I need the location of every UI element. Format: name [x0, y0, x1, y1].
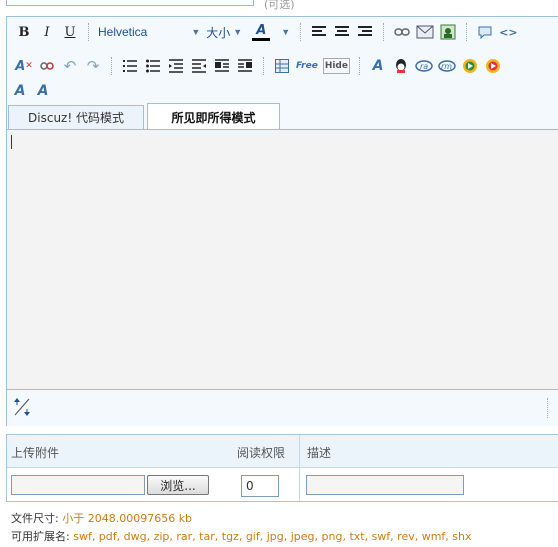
toolbar-separator — [88, 23, 90, 41]
file-path-input[interactable] — [11, 475, 145, 495]
float-left-icon[interactable] — [213, 55, 231, 77]
free-tag-button[interactable]: Free — [296, 55, 318, 77]
toolbar-separator — [300, 23, 302, 41]
description-input[interactable] — [306, 475, 464, 495]
qq-icon[interactable] — [392, 55, 410, 77]
chevron-down-icon: ▼ — [191, 27, 201, 37]
image-icon[interactable] — [439, 21, 457, 43]
font-decrease-icon[interactable]: A — [34, 80, 52, 102]
editor-content-area[interactable] — [7, 129, 558, 389]
tab-wysiwyg-mode[interactable]: 所见即所得模式 — [147, 103, 280, 130]
resize-bar-divider — [547, 398, 549, 418]
quote-icon[interactable] — [476, 21, 494, 43]
media-player-icon[interactable] — [484, 55, 502, 77]
windows-media-icon[interactable] — [461, 55, 479, 77]
font-color-dropdown[interactable]: ▼ — [275, 27, 290, 37]
font-color-icon: A — [256, 22, 267, 38]
link-icon[interactable] — [393, 21, 411, 43]
font-size-select[interactable]: 大小 ▼ — [206, 24, 242, 41]
column-divider — [299, 435, 300, 501]
toolbar-separator — [466, 23, 468, 41]
file-size-value: 小于 2048.00097656 kb — [62, 512, 193, 525]
toolbar-row-1: B I U Helvetica ▼ 大小 ▼ A ▼ <> — [15, 18, 523, 46]
toolbar-separator — [263, 57, 265, 75]
browse-button[interactable]: 浏览... — [147, 475, 209, 495]
font-size-value: 大小 — [206, 25, 231, 40]
align-left-icon[interactable] — [310, 21, 328, 43]
real-media-icon[interactable]: rm — [438, 55, 456, 77]
italic-button[interactable]: I — [38, 21, 56, 43]
real-audio-icon[interactable]: ra — [415, 55, 433, 77]
indent-icon[interactable] — [190, 55, 208, 77]
attachment-table: 上传附件 阅读权限 描述 浏览... 0 — [6, 434, 558, 502]
extensions-value: swf, pdf, dwg, zip, rar, tar, tgz, gif, … — [73, 530, 472, 543]
toolbar-separator — [358, 57, 361, 75]
editor-resize-bar — [7, 389, 558, 426]
editor-mode-tabs: Discuz! 代码模式 所见即所得模式 — [7, 103, 558, 130]
toolbar-separator — [383, 23, 385, 41]
chevron-down-icon: ▼ — [233, 27, 243, 37]
upload-attachment-header: 上传附件 — [11, 446, 60, 460]
font-family-value: Helvetica — [98, 25, 148, 39]
read-permission-input[interactable]: 0 — [241, 475, 279, 497]
undo-icon[interactable]: ↶ — [61, 55, 79, 77]
toolbar-row-3: A A — [11, 77, 57, 105]
outdent-icon[interactable] — [167, 55, 185, 77]
toolbar-separator — [111, 57, 113, 75]
svg-text:ra: ra — [420, 62, 428, 71]
bold-button[interactable]: B — [15, 21, 33, 43]
file-size-line: 文件尺寸: 小于 2048.00097656 kb — [11, 510, 472, 528]
text-caret — [11, 135, 12, 149]
optional-hint: (可选) — [264, 0, 295, 11]
attachment-info: 文件尺寸: 小于 2048.00097656 kb 可用扩展名: swf, pd… — [11, 510, 472, 546]
rich-text-editor: B I U Helvetica ▼ 大小 ▼ A ▼ <> A ✕ ↶ ↷ Fr… — [6, 16, 558, 426]
unordered-list-icon[interactable] — [144, 55, 162, 77]
align-right-icon[interactable] — [356, 21, 374, 43]
tab-code-mode[interactable]: Discuz! 代码模式 — [8, 105, 144, 129]
font-family-select[interactable]: Helvetica ▼ — [98, 25, 200, 39]
description-header: 描述 — [307, 446, 332, 460]
attachment-header: 上传附件 阅读权限 描述 — [7, 435, 558, 468]
subject-input[interactable] — [6, 0, 254, 6]
email-icon[interactable] — [416, 21, 434, 43]
font-increase-icon[interactable]: A — [11, 80, 29, 102]
table-icon[interactable] — [273, 55, 291, 77]
font-color-button[interactable]: A — [252, 21, 271, 43]
resize-handle-icon[interactable] — [13, 396, 33, 421]
remove-format-icon[interactable]: A ✕ — [15, 55, 33, 77]
unlink-icon[interactable] — [38, 55, 56, 77]
read-permission-header: 阅读权限 — [237, 446, 286, 460]
align-center-icon[interactable] — [333, 21, 351, 43]
float-right-icon[interactable] — [236, 55, 254, 77]
color-swatch — [252, 37, 271, 41]
flash-icon[interactable]: A — [369, 55, 387, 77]
redo-icon[interactable]: ↷ — [84, 55, 102, 77]
extensions-label: 可用扩展名: — [11, 530, 70, 543]
code-icon[interactable]: <> — [499, 21, 517, 43]
extensions-line: 可用扩展名: swf, pdf, dwg, zip, rar, tar, tgz… — [11, 528, 472, 546]
chevron-down-icon: ▼ — [281, 27, 291, 37]
toolbar-row-2: A ✕ ↶ ↷ Free Hide A ra rm — [15, 52, 507, 80]
file-size-label: 文件尺寸: — [11, 512, 59, 525]
underline-button[interactable]: U — [61, 21, 79, 43]
hide-tag-button[interactable]: Hide — [322, 58, 350, 74]
ordered-list-icon[interactable] — [121, 55, 139, 77]
svg-text:rm: rm — [441, 62, 452, 71]
